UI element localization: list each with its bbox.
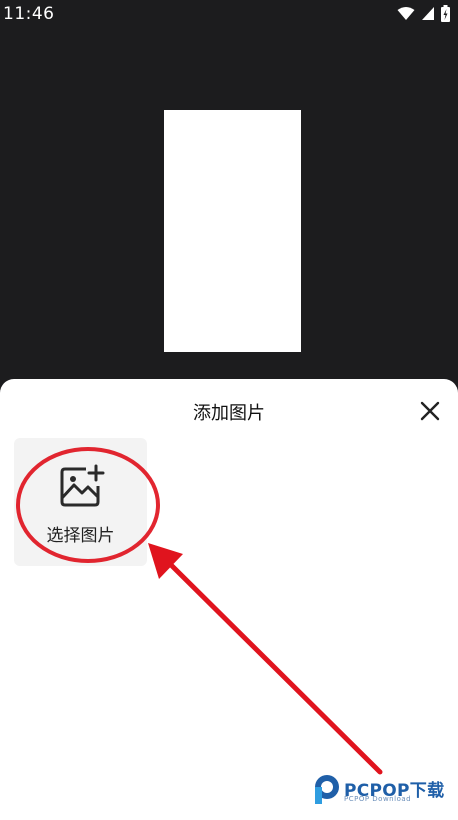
select-image-button[interactable]: 选择图片 (14, 438, 147, 566)
add-image-sheet: 添加图片 选择图片 (0, 379, 458, 820)
preview-canvas (0, 28, 458, 388)
sheet-title: 添加图片 (193, 403, 265, 424)
status-bar: 11:46 (0, 0, 458, 28)
watermark-sub: PCPOP Download (344, 795, 412, 803)
select-image-label: 选择图片 (46, 526, 115, 546)
signal-icon (422, 7, 434, 20)
close-button[interactable] (416, 397, 444, 425)
wifi-icon (397, 7, 415, 20)
preview-image (164, 110, 301, 352)
close-icon (420, 401, 440, 421)
add-image-icon (60, 464, 105, 507)
status-time: 11:46 (3, 4, 55, 24)
pcpop-logo-icon (315, 775, 339, 804)
battery-icon (441, 5, 450, 22)
watermark: PCPOP下载 PCPOP Download (310, 770, 455, 810)
status-icons (397, 5, 450, 22)
